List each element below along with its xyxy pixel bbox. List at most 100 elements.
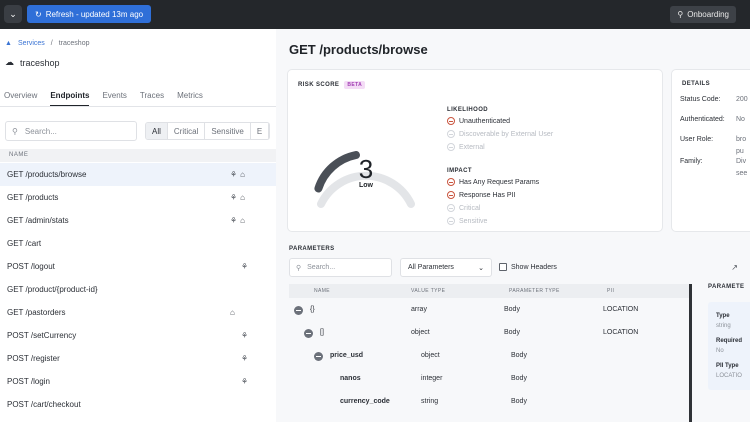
column-parameter-type: PARAMETER TYPE: [509, 288, 560, 294]
collapse-icon[interactable]: [294, 306, 303, 315]
parameter-row[interactable]: [] object Body LOCATION: [289, 321, 690, 344]
onboarding-label: Onboarding: [687, 10, 729, 19]
filter-sensitive[interactable]: Sensitive: [205, 123, 251, 139]
search-icon: ⚲: [296, 264, 302, 272]
service-panel: ▲ Services / traceshop ☁ traceshop Overv…: [0, 29, 282, 422]
minus-circle-icon: [447, 204, 455, 212]
onboarding-button[interactable]: ⚲ Onboarding: [670, 6, 736, 23]
breadcrumb-current: traceshop: [58, 40, 90, 47]
endpoint-row[interactable]: GET /pastorders ⌂: [0, 301, 281, 324]
services-icon: ▲: [5, 40, 12, 47]
parameter-row[interactable]: {} array Body LOCATION: [289, 298, 690, 321]
detail-key: Family:: [680, 158, 703, 165]
show-headers-toggle[interactable]: Show Headers: [499, 263, 557, 271]
tab-metrics[interactable]: Metrics: [177, 91, 203, 107]
parameter-type: Body: [511, 375, 527, 382]
parameter-search-input[interactable]: ⚲ Search...: [289, 258, 392, 277]
details-card: DETAILS Status Code: 200 Authenticated: No U…: [671, 69, 750, 232]
parameter-row[interactable]: nanos integer Body: [289, 367, 690, 390]
endpoint-row[interactable]: POST /cart/checkout: [0, 393, 281, 416]
breadcrumb-separator: /: [50, 40, 53, 47]
endpoint-name: GET /pastorders: [7, 308, 66, 317]
refresh-label: Refresh - updated 13m ago: [45, 9, 144, 19]
endpoint-row[interactable]: GET /products ⚘ ⌂: [0, 186, 281, 209]
endpoint-indicators: ⌂: [230, 301, 235, 324]
top-bar: ⌄ ↻ Refresh - updated 13m ago ⚲ Onboardi…: [0, 0, 750, 29]
risk-factor: Unauthenticated: [447, 117, 510, 125]
endpoint-row[interactable]: GET /cart: [0, 232, 281, 255]
filter-all[interactable]: All: [146, 123, 168, 139]
service-tabs: Overview Endpoints Events Traces Metrics: [4, 91, 203, 107]
parameter-type: Body: [511, 398, 527, 405]
minus-circle-icon: [447, 178, 455, 186]
endpoint-row[interactable]: POST /register ⚘: [0, 347, 281, 370]
impact-label: IMPACT: [447, 168, 472, 174]
parameter-row[interactable]: price_usd object Body: [289, 344, 690, 367]
show-headers-checkbox[interactable]: [499, 263, 507, 271]
endpoint-list: GET /products/browse ⚘ ⌂ GET /products ⚘ ⌂ GET…: [0, 163, 281, 416]
parameter-type: Body: [504, 306, 520, 313]
filter-e[interactable]: E: [251, 123, 270, 139]
endpoint-title: GET /products/browse: [289, 42, 428, 57]
lock-icon: ⌂: [240, 216, 246, 225]
tab-traces[interactable]: Traces: [140, 91, 164, 107]
details-label: DETAILS: [682, 81, 711, 87]
service-title: ☁ traceshop: [5, 57, 60, 68]
parameter-value-type: object: [411, 329, 430, 336]
parameters-label: PARAMETERS: [289, 246, 335, 252]
column-name: NAME: [314, 288, 331, 294]
breadcrumb-services[interactable]: Services: [18, 40, 45, 47]
endpoint-name: GET /product/{product-id}: [7, 285, 98, 294]
risk-factor-label: Unauthenticated: [459, 117, 510, 125]
tab-overview[interactable]: Overview: [4, 91, 37, 107]
endpoint-indicators: ⚘: [241, 255, 248, 278]
tab-endpoints[interactable]: Endpoints: [50, 91, 90, 107]
collapse-icon[interactable]: [304, 329, 313, 338]
fingerprint-icon: ⚘: [230, 170, 238, 179]
endpoint-indicators: ⚘: [241, 347, 248, 370]
endpoint-row[interactable]: POST /setCurrency ⚘: [0, 324, 281, 347]
risk-level: Low: [359, 182, 373, 189]
risk-factor: External: [447, 143, 485, 151]
parameter-name: price_usd: [330, 352, 364, 359]
endpoint-row[interactable]: POST /logout ⚘: [0, 255, 281, 278]
parameter-pii: LOCATION: [603, 329, 639, 336]
risk-score-card: RISK SCORE BETA 3 Low LIKELIHOOD Unauthe…: [287, 69, 663, 232]
refresh-button[interactable]: ↻ Refresh - updated 13m ago: [27, 5, 152, 23]
parameter-name: []: [320, 329, 324, 336]
search-placeholder: Search...: [24, 126, 57, 136]
endpoint-name: POST /login: [7, 377, 50, 386]
refresh-icon: ↻: [35, 9, 42, 19]
tabs-divider: [0, 106, 281, 107]
endpoint-search-input[interactable]: ⚲ Search...: [5, 121, 137, 141]
detail-key: Status Code:: [680, 96, 721, 103]
endpoint-indicators: ⚘ ⌂: [230, 209, 245, 232]
detail-value: pu: [736, 148, 744, 155]
expand-icon[interactable]: ↗: [731, 263, 738, 272]
collapse-button[interactable]: ⌄: [4, 5, 22, 23]
endpoint-row[interactable]: GET /admin/stats ⚘ ⌂: [0, 209, 281, 232]
detail-value: bro: [736, 136, 747, 143]
risk-score-label: RISK SCORE BETA: [298, 81, 366, 89]
parameter-filter-select[interactable]: All Parameters ⌄: [400, 258, 492, 277]
risk-factor-label: Response Has PII: [459, 191, 516, 199]
parameter-detail-key: Required: [716, 338, 743, 344]
panel-resize-handle[interactable]: [689, 284, 692, 422]
collapse-icon[interactable]: [314, 352, 323, 361]
endpoint-name: POST /logout: [7, 262, 55, 271]
endpoint-row[interactable]: POST /login ⚘: [0, 370, 281, 393]
endpoint-row[interactable]: GET /product/{product-id}: [0, 278, 281, 301]
endpoint-row[interactable]: GET /products/browse ⚘ ⌂: [0, 163, 281, 186]
parameter-filter-value: All Parameters: [408, 264, 454, 271]
filter-critical[interactable]: Critical: [168, 123, 206, 139]
endpoint-list-header: NAME: [0, 149, 281, 162]
risk-factor-label: External: [459, 143, 485, 151]
parameter-value-type: object: [421, 352, 440, 359]
fingerprint-icon: ⚘: [230, 216, 238, 225]
tab-events[interactable]: Events: [102, 91, 126, 107]
endpoint-name: POST /setCurrency: [7, 331, 77, 340]
parameter-row[interactable]: currency_code string Body: [289, 390, 690, 413]
search-icon: ⚲: [12, 126, 18, 136]
parameters-table-header: NAME VALUE TYPE PARAMETER TYPE PII: [289, 284, 690, 298]
parameter-name: nanos: [340, 375, 361, 382]
